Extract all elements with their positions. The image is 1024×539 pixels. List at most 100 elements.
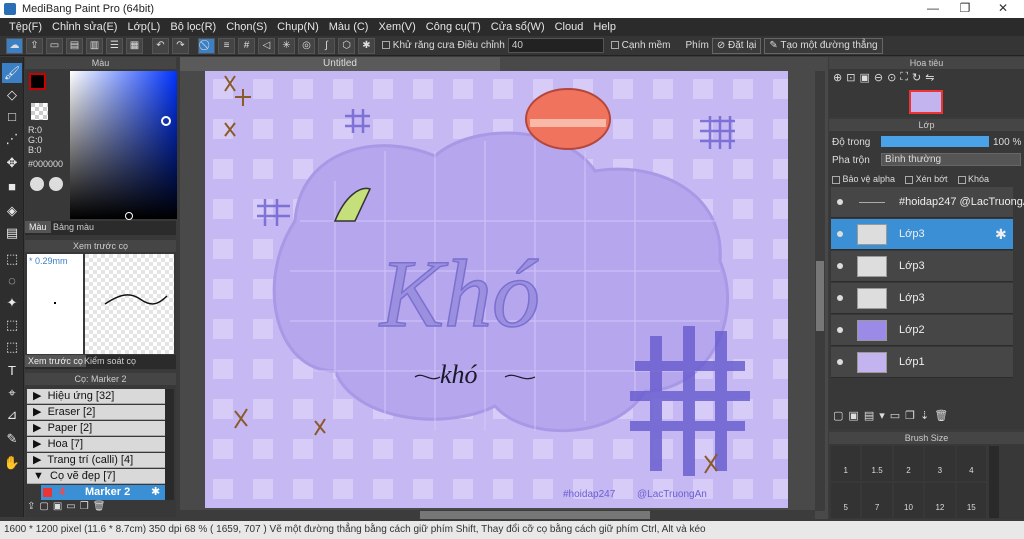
select-pen-tool-icon[interactable]: ⬚ — [2, 315, 22, 335]
opacity-slider[interactable] — [881, 136, 989, 147]
brush-group-eraser[interactable]: ▶ Eraser [2] — [27, 405, 165, 420]
brush-size-cell[interactable]: 12 — [925, 483, 955, 518]
lock-checkbox[interactable] — [957, 175, 966, 184]
flip-icon[interactable]: ⇋ — [925, 71, 934, 84]
brush-add-icon[interactable]: ▣ — [53, 501, 62, 515]
bucket-tool-icon[interactable]: ◈ — [2, 201, 22, 221]
vscroll-thumb[interactable] — [816, 261, 824, 331]
brush-tool-icon[interactable]: 🖌 — [2, 63, 22, 83]
page-icon[interactable]: ▥ — [86, 37, 103, 54]
menu-cloud[interactable]: Cloud — [550, 21, 589, 33]
snap-cross-icon[interactable]: # — [238, 37, 255, 54]
brush-group-calli[interactable]: ▶ Trang trí (calli) [4] — [27, 453, 165, 468]
brush-folder-icon[interactable]: ▭ — [66, 501, 75, 515]
list-icon[interactable]: ☰ — [106, 37, 123, 54]
settings-icon[interactable]: ✱ — [358, 37, 375, 54]
brush-settings-icon[interactable]: ✱ — [151, 485, 160, 500]
layer-row[interactable]: Lớp3 — [831, 283, 1013, 314]
eye-icon[interactable] — [837, 295, 843, 301]
menu-file[interactable]: Tệp(F) — [4, 21, 47, 33]
brush-size-cell[interactable]: 1 — [831, 446, 861, 481]
menu-layer[interactable]: Lớp(L) — [122, 21, 165, 33]
brush-size-cell[interactable]: 3 — [925, 446, 955, 481]
clipping-toggle[interactable]: Xén bớt — [905, 174, 948, 184]
canvas-vscrollbar[interactable] — [815, 71, 825, 511]
brush-copy-icon[interactable]: ❐ — [80, 501, 89, 515]
menu-window[interactable]: Cửa sổ(W) — [486, 21, 550, 33]
brush-group-paper[interactable]: ▶ Paper [2] — [27, 421, 165, 436]
brush-size-scrollbar[interactable] — [989, 446, 999, 518]
eye-icon[interactable] — [837, 199, 843, 205]
snap-radial-icon[interactable]: ✳ — [278, 37, 295, 54]
undo-icon[interactable]: ↶ — [152, 37, 169, 54]
rotate-icon[interactable]: ↻ — [912, 71, 921, 84]
brush-size-cell[interactable]: 4 — [956, 446, 986, 481]
brush-item-marker-2[interactable]: 4 Marker 2 ✱ — [41, 485, 165, 500]
blend-select[interactable]: Bình thường — [881, 153, 1021, 166]
layer-settings-icon[interactable]: ✱ — [995, 226, 1007, 243]
palette-icon[interactable] — [30, 177, 44, 191]
brush-size-cell[interactable]: 15 — [956, 483, 986, 518]
eye-icon[interactable] — [837, 263, 843, 269]
layer-row[interactable]: #hoidap247 @LacTruongAn — [831, 187, 1024, 218]
artwork-canvas[interactable]: Khó khó #hoidap247 @LacTruongAn — [205, 71, 788, 508]
minimize-button[interactable]: — — [918, 1, 948, 17]
antialias-checkbox[interactable] — [382, 41, 390, 50]
snap-circle-icon[interactable]: ◎ — [298, 37, 315, 54]
new-halftone-layer-icon[interactable]: ▣ — [848, 409, 858, 422]
canvas-hscrollbar[interactable] — [180, 510, 815, 520]
menu-color[interactable]: Màu (C) — [324, 21, 374, 33]
rect-tool-icon[interactable]: □ — [2, 107, 22, 127]
layer-folder-icon[interactable]: ▭ — [890, 409, 900, 422]
zoom-fit-icon[interactable]: ⊡ — [846, 71, 855, 84]
sharpen-checkbox[interactable] — [610, 41, 619, 50]
tab-palette[interactable]: Bảng màu — [49, 221, 98, 233]
menu-filter[interactable]: Bộ lọc(R) — [165, 21, 221, 33]
brush-group-pretty[interactable]: ▼ Cọ vẽ đẹp [7] — [27, 469, 165, 484]
grid-icon[interactable]: ▦ — [126, 37, 143, 54]
adjust-select[interactable]: 40 — [507, 38, 604, 53]
lasso-tool-icon[interactable]: ◌ — [2, 271, 22, 291]
eye-icon[interactable] — [837, 359, 843, 365]
layer-icon[interactable]: ▭ — [46, 37, 63, 54]
export-icon[interactable]: ⇪ — [26, 37, 43, 54]
tab-brush-control[interactable]: Kiểm soát cọ — [81, 355, 139, 367]
protect-alpha-toggle[interactable]: Bảo vệ alpha — [832, 174, 895, 184]
reset-button[interactable]: ⊘ Đặt lại — [711, 37, 762, 54]
brush-new-icon[interactable]: ▢ — [39, 501, 48, 515]
comment-icon[interactable]: ▤ — [66, 37, 83, 54]
hand-tool-icon[interactable]: ✋ — [2, 453, 22, 473]
duplicate-layer-icon[interactable]: ❐ — [905, 409, 915, 422]
fill-rect-tool-icon[interactable]: ■ — [2, 177, 22, 197]
brush-cloud-icon[interactable]: ⇪ — [27, 501, 35, 515]
straight-line-button[interactable]: ✎ Tạo một đường thẳng — [764, 37, 883, 54]
zoom-actual-icon[interactable]: ▣ — [859, 71, 869, 84]
brush-size-cell[interactable]: 2 — [893, 446, 924, 481]
sharpen-toggle[interactable]: Cạnh mềm — [610, 40, 671, 51]
eraser-tool-icon[interactable]: ◇ — [2, 85, 22, 105]
saturation-value-picker[interactable] — [70, 71, 177, 219]
zoom-out-icon[interactable]: ⊖ — [874, 71, 883, 84]
close-button[interactable]: ✕ — [988, 1, 1018, 17]
delete-layer-icon[interactable]: 🗑 — [934, 409, 948, 422]
clipping-checkbox[interactable] — [905, 175, 914, 184]
protect-alpha-checkbox[interactable] — [832, 175, 840, 184]
menu-view[interactable]: Xem(V) — [373, 21, 420, 33]
brush-size-cell[interactable]: 10 — [893, 483, 924, 518]
select-tool-icon[interactable]: ⬚ — [2, 249, 22, 269]
brush-size-cell[interactable]: 5 — [831, 483, 861, 518]
new-mono-layer-icon[interactable]: ▤ — [864, 409, 874, 422]
text-tool-icon[interactable]: T — [2, 361, 22, 381]
fullscreen-icon[interactable]: ⛶ — [900, 71, 908, 84]
snap-curve-icon[interactable]: ∫ — [318, 37, 335, 54]
divide-tool-icon[interactable]: ⌖ — [2, 383, 22, 403]
pipette-tool-icon[interactable]: ✎ — [2, 429, 22, 449]
eye-icon[interactable] — [837, 327, 843, 333]
add-layer-menu-icon[interactable]: ▾ — [879, 409, 885, 422]
layer-row[interactable]: Lớp1 — [831, 347, 1013, 378]
layer-row[interactable]: Lớp2 — [831, 315, 1013, 346]
magic-wand-tool-icon[interactable]: ✦ — [2, 293, 22, 313]
new-layer-icon[interactable]: ▢ — [833, 409, 843, 422]
brush-size-cell[interactable]: 1.5 — [862, 446, 892, 481]
eyedropper-tool-icon[interactable]: ⊿ — [2, 405, 22, 425]
